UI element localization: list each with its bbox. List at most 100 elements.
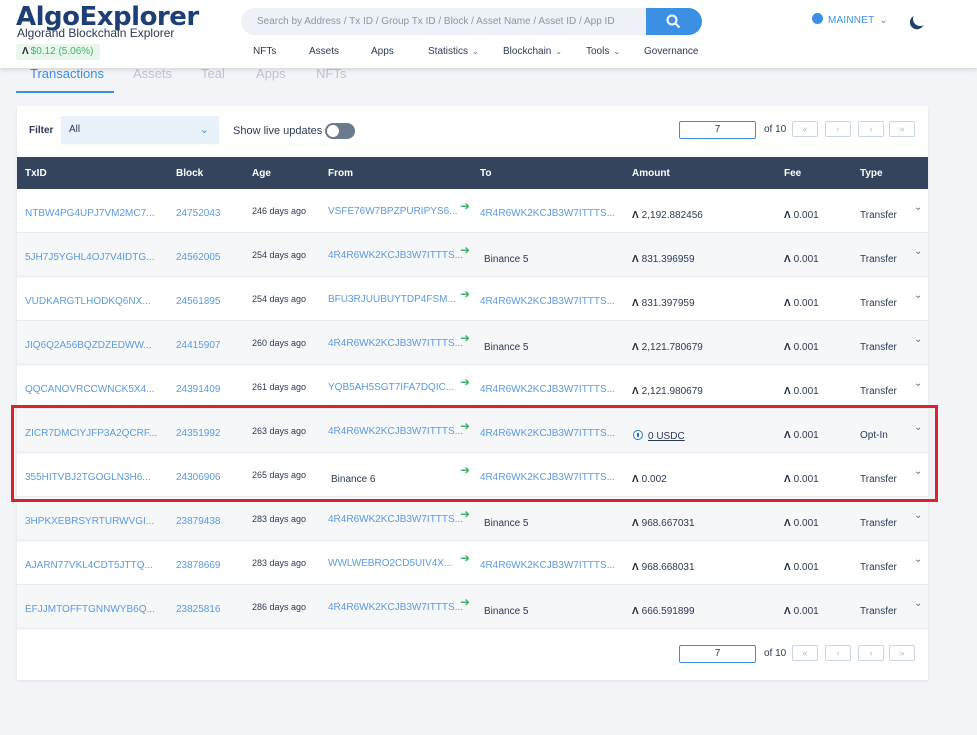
prev-page-button[interactable]: ‹: [825, 645, 851, 661]
next-page-button[interactable]: ›: [858, 645, 884, 661]
page-input[interactable]: 7: [679, 121, 756, 139]
first-page-button[interactable]: «: [792, 645, 818, 661]
amount: Ʌ 968.668031: [632, 562, 695, 573]
arrow-right-icon: ➜: [460, 375, 471, 389]
table-row[interactable]: AJARN77VKL4CDT5JTTQ... 23878669 283 days a…: [17, 541, 928, 585]
tx-type: Transfer: [860, 342, 897, 353]
from-address[interactable]: YQB5AH5SGT7IFA7DQIC...: [328, 382, 466, 393]
txid-link[interactable]: AJARN77VKL4CDT5JTTQ...: [25, 560, 165, 571]
arrow-right-icon: ➜: [460, 551, 471, 565]
chevron-down-icon: ⌄: [613, 47, 621, 56]
from-address[interactable]: 4R4R6WK2KCJB3W7ITTTS...: [328, 250, 466, 261]
col-block: Block: [176, 168, 204, 179]
to-address: Binance 5: [484, 518, 529, 529]
txid-link[interactable]: VUDKARGTLHODKQ6NX...: [25, 296, 165, 307]
block-link[interactable]: 23878669: [176, 560, 221, 571]
from-address[interactable]: WWLWEBRO2CD5UIV4X...: [328, 558, 466, 569]
filter-select[interactable]: All ⌄: [61, 116, 219, 144]
chevron-down-icon[interactable]: ⌄: [914, 202, 922, 213]
fee: Ʌ 0.001: [784, 298, 819, 309]
amount: Ʌ 2,121.780679: [632, 342, 703, 353]
table-row[interactable]: 5JH7J5YGHL4OJ7V4IDTG... 24562005 254 days …: [17, 233, 928, 277]
nav-nfts[interactable]: NFTs: [253, 46, 276, 57]
chevron-down-icon[interactable]: ⌄: [914, 378, 922, 389]
fee: Ʌ 0.001: [784, 254, 819, 265]
network-selector[interactable]: MAINNET ⌄: [812, 13, 888, 26]
algo-icon: Ʌ: [784, 342, 791, 353]
fee: Ʌ 0.001: [784, 342, 819, 353]
from-address[interactable]: VSFE76W7BPZPURIPYS6...: [328, 206, 466, 217]
nav-tools[interactable]: Tools ⌄: [586, 46, 620, 57]
tab-nfts[interactable]: NFTs: [316, 66, 346, 81]
first-page-button[interactable]: «: [792, 121, 818, 137]
from-address[interactable]: BFU3RJUUBUYTDP4FSM...: [328, 294, 466, 305]
page-input[interactable]: 7: [679, 645, 756, 663]
block-link[interactable]: 24415907: [176, 340, 221, 351]
fee: Ʌ 0.001: [784, 386, 819, 397]
live-updates-toggle[interactable]: [325, 123, 355, 139]
chevron-down-icon[interactable]: ⌄: [914, 290, 922, 301]
highlight-box: [11, 405, 938, 502]
to-address[interactable]: 4R4R6WK2KCJB3W7ITTTS...: [480, 560, 618, 571]
last-page-button[interactable]: »: [889, 645, 915, 661]
tab-assets[interactable]: Assets: [133, 66, 172, 81]
from-address[interactable]: 4R4R6WK2KCJB3W7ITTTS...: [328, 602, 466, 613]
txid-link[interactable]: QQCANOVRCCWNCK5X4...: [25, 384, 165, 395]
nav-apps[interactable]: Apps: [371, 46, 394, 57]
txid-link[interactable]: EFJJMTOFFTGNNWYB6Q...: [25, 604, 165, 615]
nav-governance[interactable]: Governance: [644, 46, 698, 57]
toggle-knob: [327, 125, 339, 137]
block-link[interactable]: 24562005: [176, 252, 221, 263]
txid-link[interactable]: 3HPKXEBRSYRTURWVGI...: [25, 516, 165, 527]
dark-mode-icon[interactable]: [911, 10, 929, 28]
nav-statistics[interactable]: Statistics ⌄: [428, 46, 479, 57]
table-row[interactable]: VUDKARGTLHODKQ6NX... 24561895 254 days ago…: [17, 277, 928, 321]
col-age: Age: [252, 168, 271, 179]
table-row[interactable]: JIQ6Q2A56BQZDZEDWW... 24415907 260 days ag…: [17, 321, 928, 365]
next-page-button[interactable]: ›: [858, 121, 884, 137]
txid-link[interactable]: NTBW4PG4UPJ7VM2MC7...: [25, 208, 165, 219]
search-input[interactable]: Search by Address / Tx ID / Group Tx ID …: [241, 8, 646, 35]
chevron-down-icon[interactable]: ⌄: [914, 246, 922, 257]
last-page-button[interactable]: »: [889, 121, 915, 137]
arrow-right-icon: ➜: [460, 243, 471, 257]
nav-assets[interactable]: Assets: [309, 46, 339, 57]
to-address[interactable]: 4R4R6WK2KCJB3W7ITTTS...: [480, 296, 618, 307]
table-row[interactable]: NTBW4PG4UPJ7VM2MC7... 24752043 246 days ag…: [17, 189, 928, 233]
chevron-down-icon: ⌄: [879, 15, 888, 26]
tab-transactions[interactable]: Transactions: [30, 66, 104, 81]
tx-type: Transfer: [860, 518, 897, 529]
page-count: of 10: [764, 124, 787, 135]
from-address[interactable]: 4R4R6WK2KCJB3W7ITTTS...: [328, 338, 466, 349]
search-button[interactable]: [646, 8, 702, 35]
tab-teal[interactable]: Teal: [201, 66, 225, 81]
algo-icon: Ʌ: [784, 562, 791, 573]
amount: Ʌ 666.591899: [632, 606, 695, 617]
chevron-down-icon[interactable]: ⌄: [914, 554, 922, 565]
age-text: 261 days ago: [252, 382, 307, 392]
block-link[interactable]: 24752043: [176, 208, 221, 219]
block-link[interactable]: 24561895: [176, 296, 221, 307]
prev-page-button[interactable]: ‹: [825, 121, 851, 137]
algo-price-badge: Ʌ $0.12 (5.06%): [16, 44, 100, 60]
chevron-down-icon[interactable]: ⌄: [914, 598, 922, 609]
to-address[interactable]: 4R4R6WK2KCJB3W7ITTTS...: [480, 384, 618, 395]
chevron-down-icon[interactable]: ⌄: [914, 510, 922, 521]
algo-icon: Ʌ: [784, 254, 791, 265]
col-to: To: [480, 168, 492, 179]
table-row[interactable]: 3HPKXEBRSYRTURWVGI... 23879438 283 days ag…: [17, 497, 928, 541]
block-link[interactable]: 23879438: [176, 516, 221, 527]
arrow-right-icon: ➜: [460, 595, 471, 609]
from-address[interactable]: 4R4R6WK2KCJB3W7ITTTS...: [328, 514, 466, 525]
tab-apps[interactable]: Apps: [256, 66, 286, 81]
txid-link[interactable]: 5JH7J5YGHL4OJ7V4IDTG...: [25, 252, 165, 263]
block-link[interactable]: 23825816: [176, 604, 221, 615]
table-row[interactable]: QQCANOVRCCWNCK5X4... 24391409 261 days ago…: [17, 365, 928, 409]
table-row[interactable]: EFJJMTOFFTGNNWYB6Q... 23825816 286 days ag…: [17, 585, 928, 629]
to-address[interactable]: 4R4R6WK2KCJB3W7ITTTS...: [480, 208, 618, 219]
nav-blockchain[interactable]: Blockchain ⌄: [503, 46, 562, 57]
chevron-down-icon[interactable]: ⌄: [914, 334, 922, 345]
tx-type: Transfer: [860, 254, 897, 265]
txid-link[interactable]: JIQ6Q2A56BQZDZEDWW...: [25, 340, 165, 351]
block-link[interactable]: 24391409: [176, 384, 221, 395]
